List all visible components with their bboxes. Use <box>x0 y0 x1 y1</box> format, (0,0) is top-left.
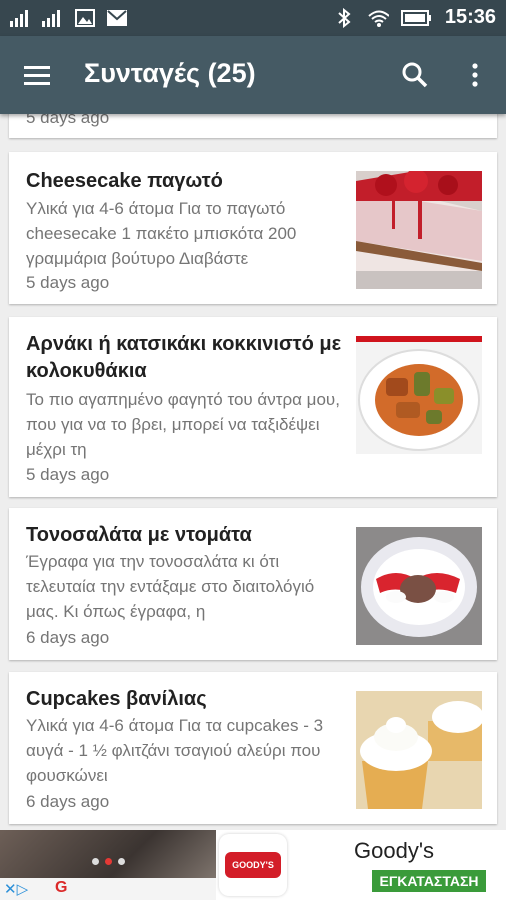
battery-icon <box>400 7 433 29</box>
recipe-card[interactable]: 5 days ago <box>9 114 497 138</box>
page-title: Συνταγές (25) <box>84 58 256 88</box>
recipe-age: 6 days ago <box>26 628 110 647</box>
recipe-age: 6 days ago <box>26 792 110 811</box>
app-bar: Συνταγές (25) <box>0 36 506 114</box>
recipe-thumbnail <box>356 171 482 289</box>
search-icon[interactable] <box>398 58 432 92</box>
recipe-thumbnail <box>356 336 482 454</box>
carousel-dots <box>92 858 125 865</box>
goodys-logo: GOODY'S <box>219 834 287 896</box>
recipe-list[interactable]: 5 days ago Cheesecake παγωτό Υλικά για 4… <box>0 114 506 830</box>
bluetooth-icon <box>333 7 355 29</box>
recipe-title: Cupcakes βανίλιας <box>26 688 207 710</box>
recipe-description: Υλικά για 4-6 άτομα Για τα cupcakes - 3 … <box>26 716 324 785</box>
recipe-thumbnail <box>356 527 482 645</box>
google-icon: G <box>55 879 68 896</box>
status-bar: 15:36 <box>0 0 506 36</box>
ad-banner[interactable]: ✕▷ G GOODY'S Goody's ΕΓΚΑΤΑΣΤΑΣΗ <box>0 830 506 900</box>
gallery-icon <box>74 7 96 29</box>
recipe-card[interactable]: Τονοσαλάτα με ντομάτα Έγραφα για την τον… <box>9 508 497 660</box>
recipe-thumbnail <box>356 691 482 809</box>
ad-strip: ✕▷ G <box>0 878 216 900</box>
recipe-card[interactable]: Cheesecake παγωτό Υλικά για 4-6 άτομα Γι… <box>9 152 497 304</box>
recipe-age: 5 days ago <box>26 114 110 127</box>
wifi-icon <box>367 7 389 29</box>
recipe-card[interactable]: Cupcakes βανίλιας Υλικά για 4-6 άτομα Γι… <box>9 672 497 824</box>
recipe-title: Τονοσαλάτα με ντομάτα <box>26 524 252 546</box>
more-options-icon[interactable] <box>463 58 487 92</box>
menu-icon[interactable] <box>22 60 54 90</box>
mail-icon <box>106 7 128 29</box>
recipe-description: Υλικά για 4-6 άτομα Για το παγωτό cheese… <box>26 199 297 268</box>
ad-brand-name: Goody's <box>354 838 435 863</box>
recipe-card[interactable]: Αρνάκι ή κατσικάκι κοκκινιστό με κολοκυθ… <box>9 317 497 497</box>
signal-2-icon <box>42 7 64 29</box>
recipe-description: Έγραφα για την τονοσαλάτα κι ότι τελευτα… <box>26 552 315 621</box>
recipe-age: 5 days ago <box>26 273 110 292</box>
recipe-description: Το πιο αγαπημένο φαγητό του άντρα μου, π… <box>26 390 340 459</box>
adchoices-icon[interactable]: ✕▷ <box>4 880 28 898</box>
recipe-title: Αρνάκι ή κατσικάκι κοκκινιστό με κολοκυθ… <box>26 333 342 382</box>
recipe-age: 5 days ago <box>26 465 110 484</box>
install-button[interactable]: ΕΓΚΑΤΑΣΤΑΣΗ <box>372 870 486 892</box>
signal-icon <box>10 7 32 29</box>
clock: 15:36 <box>444 6 496 28</box>
recipe-title: Cheesecake παγωτό <box>26 170 223 192</box>
